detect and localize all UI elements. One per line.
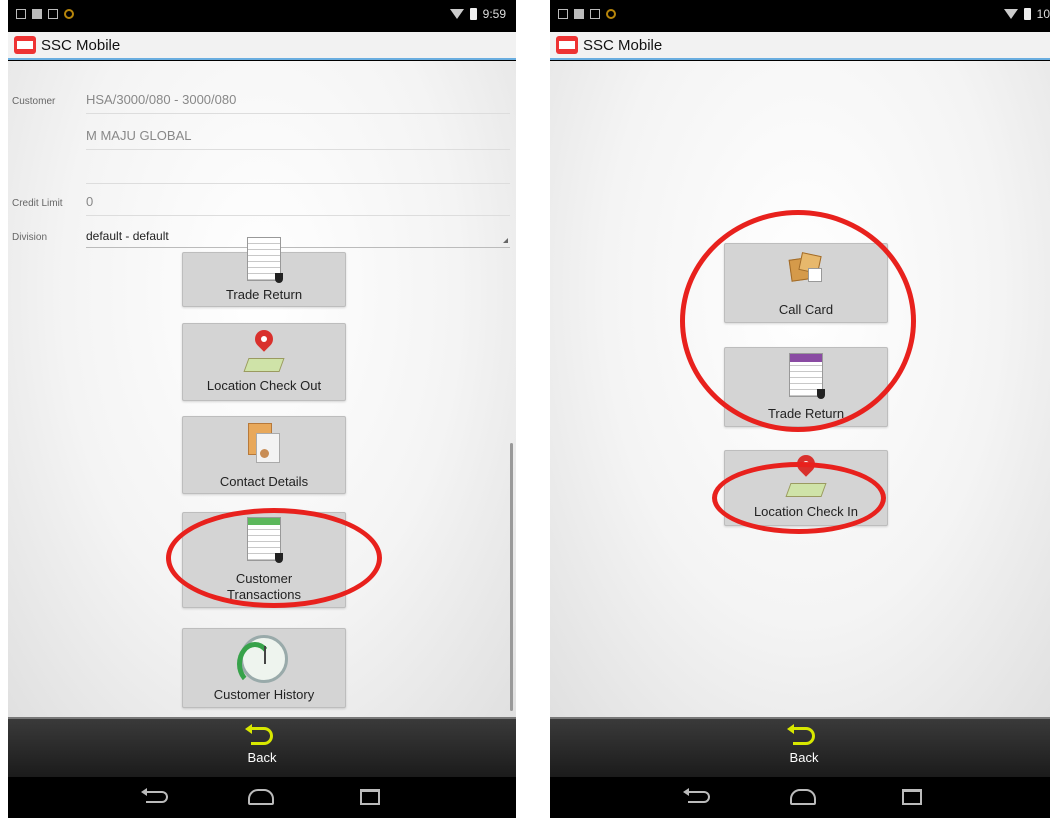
nav-recent-apps-icon[interactable] (902, 789, 922, 805)
highlight-location-check-in (712, 462, 886, 534)
app-logo-icon (556, 36, 578, 54)
notification-icons (16, 9, 74, 19)
status-bar: 10:0 (550, 0, 1050, 32)
back-label: Back (789, 750, 819, 765)
status-bar: 9:59 (8, 0, 516, 32)
app-bar: SSC Mobile (8, 32, 516, 60)
contact-card-icon (248, 423, 280, 463)
battery-icon (1023, 8, 1031, 20)
wifi-icon (1003, 9, 1018, 19)
app-logo-icon (14, 36, 36, 54)
credit-limit-label: Credit Limit (12, 198, 63, 209)
back-label: Back (247, 750, 277, 765)
status-time: 9:59 (482, 7, 506, 21)
back-bar: Back (8, 717, 516, 777)
highlight-call-card-trade-return (680, 210, 916, 432)
division-label: Division (12, 232, 48, 243)
left-phone-screen: 9:59 SSC Mobile Customer HSA/3000/080 - … (8, 0, 516, 818)
system-nav-bar (8, 777, 516, 818)
nav-back-icon[interactable] (683, 788, 710, 803)
customer-history-label: Customer History (213, 687, 315, 702)
location-check-out-button[interactable]: Location Check Out (182, 323, 346, 401)
credit-limit-field: 0 (86, 194, 510, 216)
nav-home-icon[interactable] (790, 789, 816, 805)
notification-icon (574, 9, 584, 19)
back-button[interactable]: Back (232, 724, 292, 773)
back-arrow-icon (787, 724, 815, 745)
trade-return-button[interactable]: Trade Return (182, 237, 346, 307)
battery-icon (469, 8, 477, 20)
notification-dot-icon (606, 9, 616, 19)
notification-dot-icon (64, 9, 74, 19)
app-title: SSC Mobile (583, 36, 663, 54)
notification-icon (32, 9, 42, 19)
app-title: SSC Mobile (41, 36, 121, 54)
location-check-out-label: Location Check Out (206, 378, 322, 393)
notification-icons (558, 9, 616, 19)
contact-details-button[interactable]: Contact Details (182, 416, 346, 494)
trade-return-icon (247, 237, 283, 283)
customer-label: Customer (12, 96, 56, 107)
division-dropdown[interactable]: default - default (86, 229, 510, 248)
back-button[interactable]: Back (774, 724, 834, 773)
back-bar: Back (550, 717, 1050, 777)
contact-details-label: Contact Details (219, 474, 309, 489)
clock-history-icon (237, 635, 288, 686)
customer-name-field: M MAJU GLOBAL (86, 128, 510, 150)
nav-recent-apps-icon[interactable] (360, 789, 380, 805)
customer-address-field (86, 164, 510, 184)
wifi-icon (449, 9, 464, 19)
image-icon (590, 9, 600, 19)
trade-return-label: Trade Return (225, 287, 303, 302)
scrollbar[interactable] (510, 443, 513, 711)
map-pin-icon (243, 326, 285, 372)
nav-back-icon[interactable] (141, 788, 168, 803)
image-icon (48, 9, 58, 19)
system-nav-bar (550, 777, 1050, 818)
highlight-customer-transactions (166, 508, 382, 608)
notification-icon (558, 9, 568, 19)
back-arrow-icon (245, 724, 273, 745)
customer-screen: Customer HSA/3000/080 - 3000/080 M MAJU … (8, 61, 516, 717)
notification-icon (16, 9, 26, 19)
status-time: 10:0 (1036, 7, 1050, 21)
nav-home-icon[interactable] (248, 789, 274, 805)
customer-history-button[interactable]: Customer History (182, 628, 346, 708)
customer-code-field: HSA/3000/080 - 3000/080 (86, 92, 510, 114)
app-bar: SSC Mobile (550, 32, 1050, 60)
